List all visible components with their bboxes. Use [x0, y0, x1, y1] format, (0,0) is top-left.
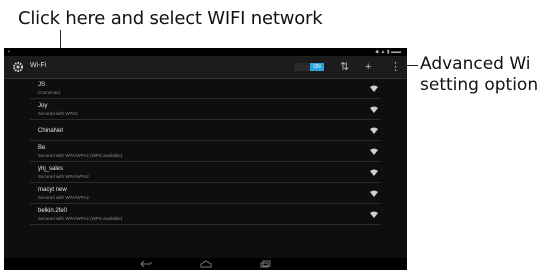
network-ssid: belkin.2fe0	[38, 208, 68, 214]
annotation-advanced-line2: setting option	[420, 75, 539, 95]
settings-gear-icon[interactable]	[12, 61, 24, 73]
network-status: Secured with WPA/WPA2	[38, 174, 89, 179]
status-icons: ◆ ▲ ▮ ▬▬	[375, 49, 401, 55]
recents-icon[interactable]	[260, 260, 272, 268]
status-bar: ▪ ◆ ▲ ▮ ▬▬	[4, 48, 407, 56]
wifi-signal-icon	[370, 127, 378, 134]
navigation-bar	[4, 258, 407, 270]
network-ssid: macyt new	[38, 187, 67, 193]
wifi-signal-icon	[370, 190, 378, 197]
network-status: Connected	[38, 90, 60, 95]
network-row[interactable]: macyt new Secured with WPA/WPA2	[4, 184, 407, 204]
annotation-select-wifi: Click here and select WIFI network	[18, 8, 323, 29]
row-divider	[30, 161, 381, 162]
row-divider	[30, 119, 381, 120]
annotation-advanced-settings: Advanced Wi setting option	[420, 54, 538, 96]
notification-icon: ▪	[8, 49, 10, 55]
row-divider	[30, 182, 381, 183]
network-ssid: Be	[38, 145, 46, 151]
network-row[interactable]: Be Secured with WPA/WPA2 (WPS available)	[4, 142, 407, 162]
network-ssid: ChinaNet	[38, 128, 64, 134]
network-row[interactable]: yhj_sales Secured with WPA/WPA2	[4, 163, 407, 183]
network-row[interactable]: Joy Secured with WPA2	[4, 100, 407, 120]
network-status: Secured with WPA2	[38, 111, 78, 116]
tablet-screen: ▪ ◆ ▲ ▮ ▬▬ Wi-Fi ON ⇅ + ⋮ JS Connected J…	[4, 48, 407, 270]
home-icon[interactable]	[200, 260, 212, 268]
wifi-toggle-on: ON	[310, 63, 324, 71]
network-ssid: yhj_sales	[38, 166, 64, 172]
network-ssid: Joy	[38, 103, 48, 109]
wifi-signal-icon	[370, 211, 378, 218]
action-bar: Wi-Fi ON ⇅ + ⋮	[4, 56, 407, 79]
back-icon[interactable]	[140, 260, 152, 268]
row-divider	[30, 98, 381, 99]
network-status: Secured with WPA/WPA2	[38, 195, 89, 200]
wps-icon[interactable]: ⇅	[340, 60, 349, 74]
network-ssid: JS	[38, 82, 46, 88]
page-title: Wi-Fi	[30, 62, 47, 69]
wifi-signal-icon	[370, 85, 378, 92]
wifi-toggle[interactable]: ON	[294, 63, 324, 71]
add-network-icon[interactable]: +	[365, 60, 371, 74]
network-status: Secured with WPA/WPA2 (WPS available)	[38, 216, 123, 221]
network-row[interactable]: ChinaNet	[4, 121, 407, 141]
wifi-signal-icon	[370, 169, 378, 176]
wifi-signal-icon	[370, 148, 378, 155]
network-row[interactable]: belkin.2fe0 Secured with WPA/WPA2 (WPS a…	[4, 205, 407, 225]
overflow-menu-icon[interactable]: ⋮	[390, 60, 401, 74]
wifi-signal-icon	[370, 106, 378, 113]
row-divider	[30, 203, 381, 204]
network-status: Secured with WPA/WPA2 (WPS available)	[38, 153, 123, 158]
annotation-advanced-line1: Advanced Wi	[420, 54, 531, 74]
row-divider	[30, 224, 381, 225]
row-divider	[30, 140, 381, 141]
network-row[interactable]: JS Connected	[4, 79, 407, 99]
